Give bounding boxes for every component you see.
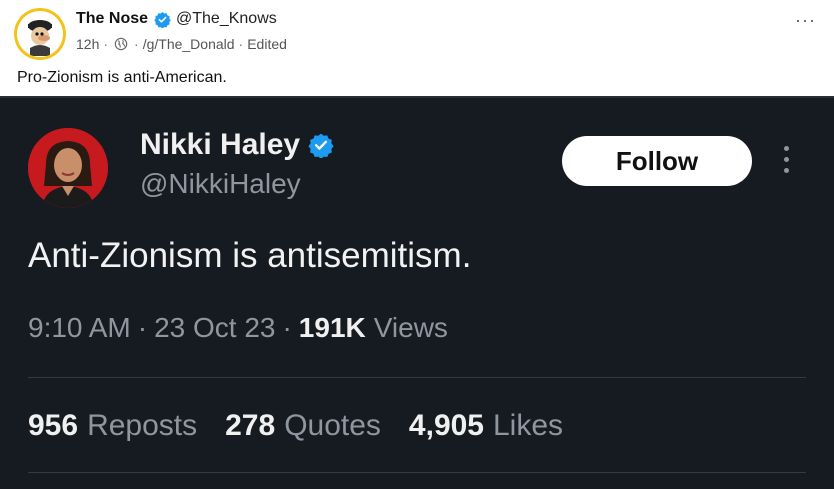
edited-label: Edited bbox=[247, 36, 287, 52]
author-line: The Nose @The_Knows bbox=[76, 10, 277, 28]
stat-quotes: 278 Quotes bbox=[225, 409, 381, 443]
tweet-name-line: Nikki Haley bbox=[140, 128, 334, 162]
divider bbox=[28, 377, 806, 378]
stat-value: 956 bbox=[28, 409, 79, 442]
tweet-text: Anti-Zionism is antisemitism. bbox=[28, 236, 472, 275]
follow-button: Follow bbox=[562, 136, 752, 186]
author-avatar[interactable] bbox=[14, 8, 66, 60]
views-count: 191K bbox=[298, 312, 366, 343]
verified-badge-icon bbox=[308, 133, 334, 158]
more-vertical-icon bbox=[780, 146, 792, 173]
stat-value: 278 bbox=[225, 409, 276, 442]
post-header: The Nose @The_Knows 12h · · /g/The_Donal… bbox=[0, 0, 834, 64]
meta-separator: · bbox=[134, 36, 139, 52]
stat-likes: 4,905 Likes bbox=[409, 409, 563, 443]
stat-value: 4,905 bbox=[408, 409, 484, 442]
author-name[interactable]: The Nose bbox=[76, 10, 148, 28]
meta-separator: · bbox=[103, 36, 109, 52]
tweet-author-name: Nikki Haley bbox=[140, 128, 301, 161]
cartoon-avatar-icon bbox=[18, 12, 62, 56]
stat-label: Quotes bbox=[284, 409, 381, 442]
more-options-button[interactable]: ··· bbox=[795, 10, 816, 31]
meta-separator: · bbox=[282, 312, 292, 343]
views-label: Views bbox=[373, 312, 448, 343]
tweet-stats: 956 Reposts 278 Quotes 4,905 Likes bbox=[28, 409, 591, 443]
meta-separator: · bbox=[238, 36, 244, 52]
post-body-text: Pro-Zionism is anti-American. bbox=[17, 69, 227, 86]
post-meta: 12h · · /g/The_Donald · Edited bbox=[76, 36, 287, 52]
tweet-time: 9:10 AM bbox=[28, 312, 131, 343]
stat-label: Likes bbox=[493, 409, 564, 442]
tweet-author-handle: @NikkiHaley bbox=[140, 168, 301, 199]
post-time: 12h bbox=[76, 36, 100, 52]
community-link[interactable]: /g/The_Donald bbox=[143, 36, 235, 52]
tweet-meta: 9:10 AM · 23 Oct 23 · 191K Views bbox=[28, 312, 448, 344]
author-handle[interactable]: @The_Knows bbox=[176, 10, 277, 28]
globe-icon bbox=[114, 37, 128, 51]
stat-reposts: 956 Reposts bbox=[28, 409, 197, 443]
portrait-icon bbox=[28, 128, 108, 208]
tweet-date: 23 Oct 23 bbox=[154, 312, 276, 343]
verified-badge-icon bbox=[154, 11, 171, 28]
divider bbox=[28, 472, 806, 473]
tweet-author-avatar bbox=[28, 128, 108, 208]
embedded-tweet-image[interactable]: Nikki Haley @NikkiHaley Follow Anti-Zion… bbox=[0, 96, 834, 489]
more-options-icon: ··· bbox=[795, 10, 816, 30]
meta-separator: · bbox=[137, 312, 148, 343]
stat-label: Reposts bbox=[87, 409, 198, 442]
